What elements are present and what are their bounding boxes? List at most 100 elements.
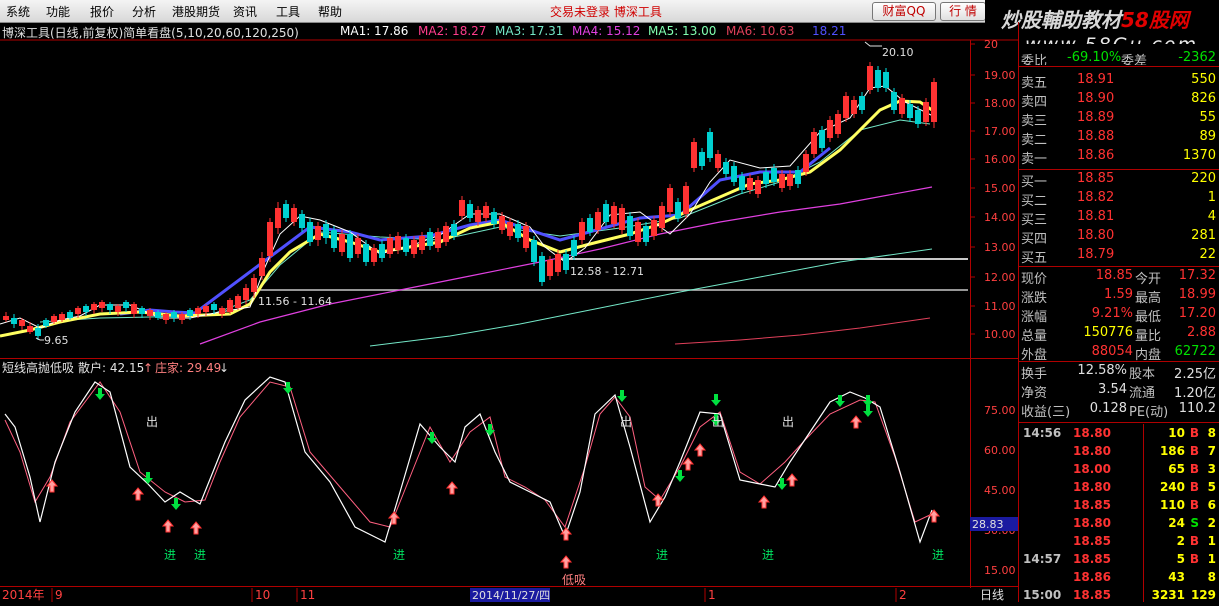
candle-body	[755, 180, 761, 194]
sell-arrow-icon	[835, 395, 845, 407]
stat-value: 2.88	[1187, 325, 1216, 340]
tick-row: 18.80 186 B 7	[1019, 444, 1219, 462]
candle-body	[699, 152, 705, 166]
candle-body	[219, 308, 225, 314]
stat-value: 62722	[1174, 344, 1216, 359]
caifu-qq-button[interactable]: 财富QQ	[872, 2, 936, 21]
quote-panel: 委比 -69.10% 委差 -2362 卖五 18.91 550 卖四 18.9…	[1019, 44, 1219, 602]
sell-arrow-icon	[711, 394, 721, 406]
bid-label: 买一	[1021, 175, 1048, 190]
candle-body	[643, 226, 649, 242]
tick-price: 18.80	[1073, 480, 1111, 494]
candle-body	[747, 178, 753, 190]
candle-body	[627, 216, 633, 236]
stat-value: 88054	[1091, 344, 1133, 359]
menu-news[interactable]: 资讯	[233, 3, 257, 20]
tick-time: 14:56	[1023, 426, 1062, 440]
stat-value: 18.85	[1095, 268, 1133, 283]
bid-row[interactable]: 买三 18.81 4	[1019, 209, 1219, 228]
candle-body	[827, 120, 833, 138]
low-buy-signal: 低吸	[562, 573, 586, 587]
ask-price: 18.86	[1077, 148, 1115, 163]
candle-body	[51, 316, 57, 322]
tick-volume: 65	[1168, 462, 1185, 476]
candle-body	[723, 162, 729, 174]
zone2-label: 11.56 - 11.64	[258, 295, 332, 308]
price-axis-label: 14.00	[984, 211, 1016, 224]
sell-arrow-icon	[777, 478, 787, 490]
hangqing-button[interactable]: 行 情	[940, 2, 986, 21]
tick-volume: 24	[1168, 516, 1185, 530]
candle-body	[171, 312, 177, 318]
retail-value: 散户: 42.15	[78, 360, 144, 375]
ask-volume: 55	[1199, 110, 1216, 125]
bid-price: 18.80	[1077, 228, 1115, 243]
bid-row[interactable]: 买四 18.80 281	[1019, 228, 1219, 247]
ask-row[interactable]: 卖二 18.88 89	[1019, 129, 1219, 148]
sell-arrow-icon	[143, 472, 153, 484]
indicator-axis-label: 45.00	[984, 484, 1016, 497]
menu-system[interactable]: 系统	[6, 3, 30, 20]
in-signal-1: 进	[164, 548, 176, 562]
candle-body	[435, 232, 441, 248]
ask-volume: 89	[1199, 129, 1216, 144]
bid-label: 买四	[1021, 232, 1048, 247]
ask-row[interactable]: 卖一 18.86 1370	[1019, 148, 1219, 167]
period-label[interactable]: 日线	[980, 588, 1004, 602]
bid-row[interactable]: 买二 18.82 1	[1019, 190, 1219, 209]
chart-area[interactable]: 20 19.00 18.00 17.00 16.00 15.00 14.00 13.00 12.…	[0, 22, 1019, 602]
fundamental-label: 换手	[1021, 367, 1048, 382]
candle-body	[179, 314, 185, 320]
ask-row[interactable]: 卖四 18.90 826	[1019, 91, 1219, 110]
tick-count: 7	[1207, 444, 1216, 458]
buy-arrow-icon	[131, 487, 145, 501]
ask-row[interactable]: 卖五 18.91 550	[1019, 72, 1219, 91]
stat-value: 150776	[1083, 325, 1133, 340]
bid-row[interactable]: 买五 18.79 22	[1019, 247, 1219, 266]
sell-arrow-icon	[95, 388, 105, 400]
tick-count: 1	[1207, 534, 1216, 548]
stat-row: 总量 150776 量比 2.88	[1019, 325, 1219, 344]
stat-label: 最高	[1135, 291, 1162, 306]
menu-quotes[interactable]: 报价	[90, 3, 114, 20]
tick-price: 18.86	[1073, 570, 1111, 584]
ask-row[interactable]: 卖三 18.89 55	[1019, 110, 1219, 129]
menu-hk-futures[interactable]: 港股期货	[172, 3, 220, 20]
candle-body	[491, 212, 497, 224]
sell-arrow-icon	[617, 390, 627, 402]
buy-arrow-icon	[559, 555, 573, 569]
menu-tools[interactable]: 工具	[276, 3, 300, 20]
candle-body	[595, 212, 601, 230]
candle-body	[707, 132, 713, 158]
fundamental-label: 净资	[1021, 386, 1048, 401]
cursor-date: 2014/11/27/四	[472, 589, 550, 602]
candle-body	[115, 306, 121, 312]
tick-row: 18.80 240 B 5	[1019, 480, 1219, 498]
fundamental-row: 收益(三) 0.128 PE(动) 110.2	[1019, 401, 1219, 420]
candle-body	[587, 218, 593, 232]
menu-function[interactable]: 功能	[46, 3, 70, 20]
candle-body	[43, 320, 49, 326]
candle-body	[531, 240, 537, 262]
date-m1: 1	[708, 588, 716, 602]
menu-analysis[interactable]: 分析	[132, 3, 156, 20]
candle-body	[227, 300, 233, 312]
stat-label: 现价	[1021, 272, 1048, 287]
menu-help[interactable]: 帮助	[318, 3, 342, 20]
bid-row[interactable]: 买一 18.85 220	[1019, 171, 1219, 190]
price-axis-label: 20	[984, 38, 998, 51]
fundamental-label: 股本	[1129, 367, 1156, 382]
candle-body	[35, 328, 41, 336]
banker-arrow-icon: ↓	[219, 361, 229, 375]
stat-row: 现价 18.85 今开 17.32	[1019, 268, 1219, 287]
candle-body	[211, 304, 217, 310]
candle-body	[787, 174, 793, 186]
candle-body	[323, 224, 329, 238]
candle-body	[131, 304, 137, 314]
fundamental-row: 换手 12.58% 股本 2.25亿	[1019, 363, 1219, 382]
candle-body	[355, 238, 361, 254]
stat-label: 今开	[1135, 272, 1162, 287]
fundamental-label: PE(动)	[1129, 405, 1169, 420]
ask-label: 卖一	[1021, 152, 1048, 167]
candle-body	[907, 104, 913, 118]
